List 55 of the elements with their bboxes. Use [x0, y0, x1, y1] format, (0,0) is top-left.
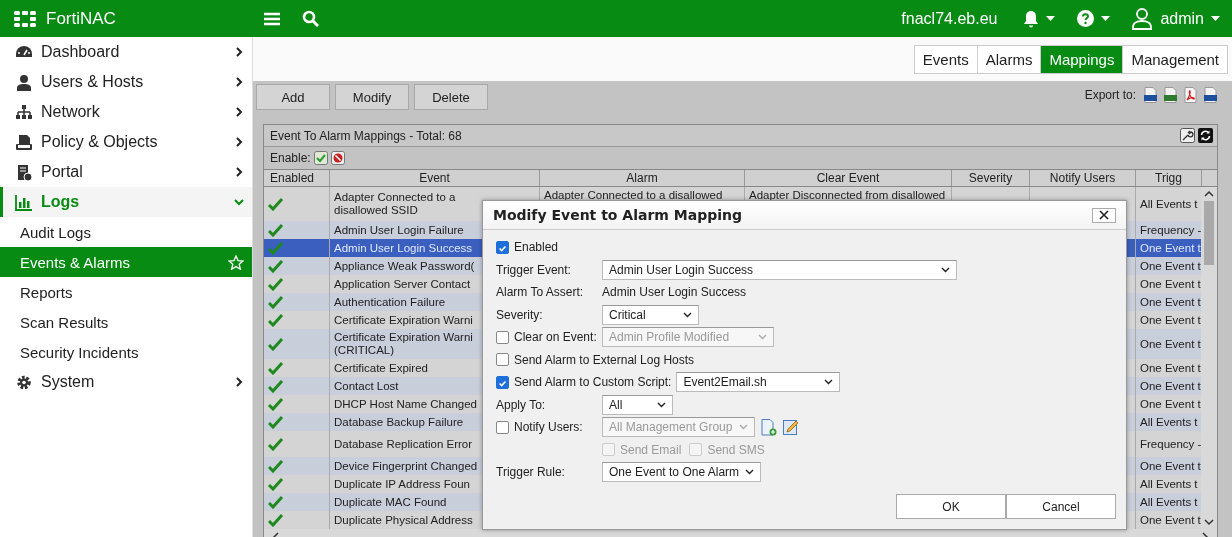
table-cell: One Event t — [1140, 379, 1201, 393]
table-cell: One Event t — [1140, 513, 1201, 527]
checkbox-label: Send Email — [620, 442, 682, 457]
table-cell: Duplicate IP Address Foun — [334, 477, 470, 491]
table-cell: One Event t — [1140, 259, 1201, 273]
enable-label: Enable: — [270, 151, 311, 165]
table-cell: Admin User Login Failure — [334, 223, 464, 237]
field-label: Severity: — [496, 307, 544, 322]
dialog-title: Modify Event to Alarm Mapping — [493, 207, 743, 223]
field-label: Alarm To Assert: — [496, 285, 585, 300]
table-cell: Application Server Contact — [334, 277, 471, 291]
table-cell: One Event t — [1140, 397, 1201, 411]
checkbox-label: Send SMS — [707, 442, 765, 457]
table-cell: Database Backup Failure — [334, 415, 464, 429]
checkbox-label: Send Alarm to Custom Script: — [514, 375, 672, 390]
table-cell: All Events t — [1140, 415, 1198, 429]
table-cell: Duplicate MAC Found — [334, 495, 447, 509]
table-cell: All Events t — [1140, 495, 1198, 509]
hostname: fnacl74.eb.eu — [901, 9, 998, 28]
table-cell: Certificate Expiration Warni — [334, 313, 473, 327]
table-cell: One Event t — [1140, 295, 1201, 309]
checkbox-label: Clear on Event: — [514, 330, 597, 345]
table-cell: Database Replication Error — [334, 437, 473, 451]
table-cell: All Events t — [1140, 197, 1198, 211]
export-label: Export to: — [1084, 88, 1136, 102]
field-label: Trigger Event: — [496, 262, 572, 277]
table-cell-text: Certificate Expiration Warni (CRITICAL) — [334, 331, 474, 357]
table-cell: Certificate Expired — [334, 361, 428, 375]
table-cell: One Event t — [1140, 313, 1201, 327]
table-cell: One Event t — [1140, 241, 1201, 255]
table-cell: Admin User Login Success — [334, 241, 473, 255]
table-cell: Duplicate Physical Address — [334, 513, 473, 527]
field-label: Trigger Rule: — [496, 465, 566, 480]
panel-title: Event To Alarm Mappings - Total: 68 — [270, 128, 462, 143]
table-cell: Frequency - — [1140, 223, 1201, 237]
product-name: FortiNAC — [46, 8, 116, 29]
table-cell-text: Adapter Connected to a disallowed SSID — [334, 191, 457, 217]
table-cell: Frequency - — [1140, 437, 1201, 451]
table-cell: Appliance Weak Password( — [334, 259, 475, 273]
table-cell: DHCP Host Name Changed — [334, 397, 477, 411]
table-cell: Contact Lost — [334, 379, 399, 393]
table-cell: Adapter Disconnected from disallowed — [749, 189, 946, 202]
table-cell: One Event t — [1140, 337, 1201, 351]
table-cell: All Events t — [1140, 477, 1198, 491]
checkbox-label: Enabled — [514, 240, 559, 255]
field-label: Apply To: — [496, 397, 547, 412]
table-cell: Device Fingerprint Changed — [334, 459, 478, 473]
table-cell: Adapter Connected to a disallowed — [544, 189, 723, 202]
field-value: Admin User Login Success — [602, 285, 747, 300]
table-cell: One Event t — [1140, 277, 1201, 291]
checkbox-label: Send Alarm to External Log Hosts — [514, 352, 695, 367]
table-cell: Authentication Failure — [334, 295, 446, 309]
checkbox-label: Notify Users: — [514, 420, 583, 435]
table-cell: One Event t — [1140, 459, 1201, 473]
table-cell: One Event t — [1140, 361, 1201, 375]
